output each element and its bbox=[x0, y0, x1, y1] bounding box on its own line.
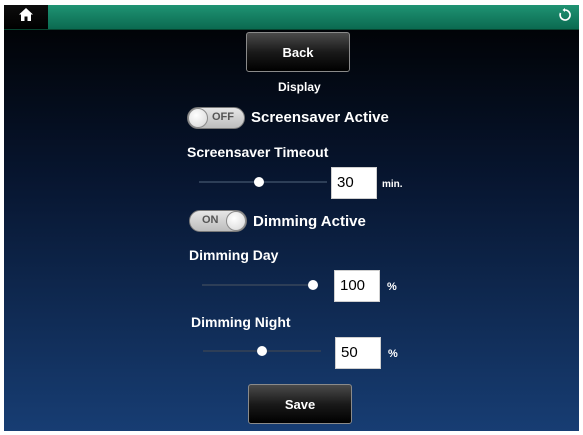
section-title: Display bbox=[278, 80, 321, 94]
toggle-state-text: ON bbox=[202, 214, 219, 226]
save-button[interactable]: Save bbox=[248, 384, 352, 424]
refresh-button[interactable] bbox=[551, 5, 579, 29]
dimming-night-unit: % bbox=[388, 348, 398, 360]
dimming-active-label: Dimming Active bbox=[253, 213, 366, 230]
screensaver-timeout-slider[interactable] bbox=[199, 177, 327, 187]
refresh-icon bbox=[558, 7, 572, 27]
back-button[interactable]: Back bbox=[246, 32, 350, 72]
toggle-knob bbox=[188, 108, 208, 128]
dimming-day-slider[interactable] bbox=[202, 280, 318, 290]
dimming-night-slider[interactable] bbox=[203, 346, 321, 356]
home-button[interactable] bbox=[4, 5, 48, 29]
dimming-toggle[interactable]: ON bbox=[189, 210, 247, 232]
dimming-day-unit: % bbox=[387, 281, 397, 293]
screensaver-toggle[interactable]: OFF bbox=[187, 107, 245, 129]
screensaver-timeout-input[interactable]: 30 bbox=[331, 167, 377, 199]
screensaver-timeout-label: Screensaver Timeout bbox=[187, 144, 329, 160]
screensaver-timeout-unit: min. bbox=[382, 179, 403, 190]
display-settings-panel: Back Display OFF Screensaver Active Scre… bbox=[4, 5, 579, 431]
dimming-night-label: Dimming Night bbox=[191, 314, 291, 330]
top-bar bbox=[4, 5, 579, 30]
slider-thumb[interactable] bbox=[257, 346, 267, 356]
screensaver-active-label: Screensaver Active bbox=[251, 109, 389, 126]
slider-thumb[interactable] bbox=[254, 177, 264, 187]
home-icon bbox=[18, 7, 34, 27]
slider-thumb[interactable] bbox=[308, 280, 318, 290]
toggle-state-text: OFF bbox=[212, 111, 234, 123]
dimming-day-input[interactable]: 100 bbox=[334, 270, 380, 302]
dimming-night-input[interactable]: 50 bbox=[335, 337, 381, 369]
dimming-day-label: Dimming Day bbox=[189, 247, 279, 263]
toggle-knob bbox=[226, 211, 246, 231]
